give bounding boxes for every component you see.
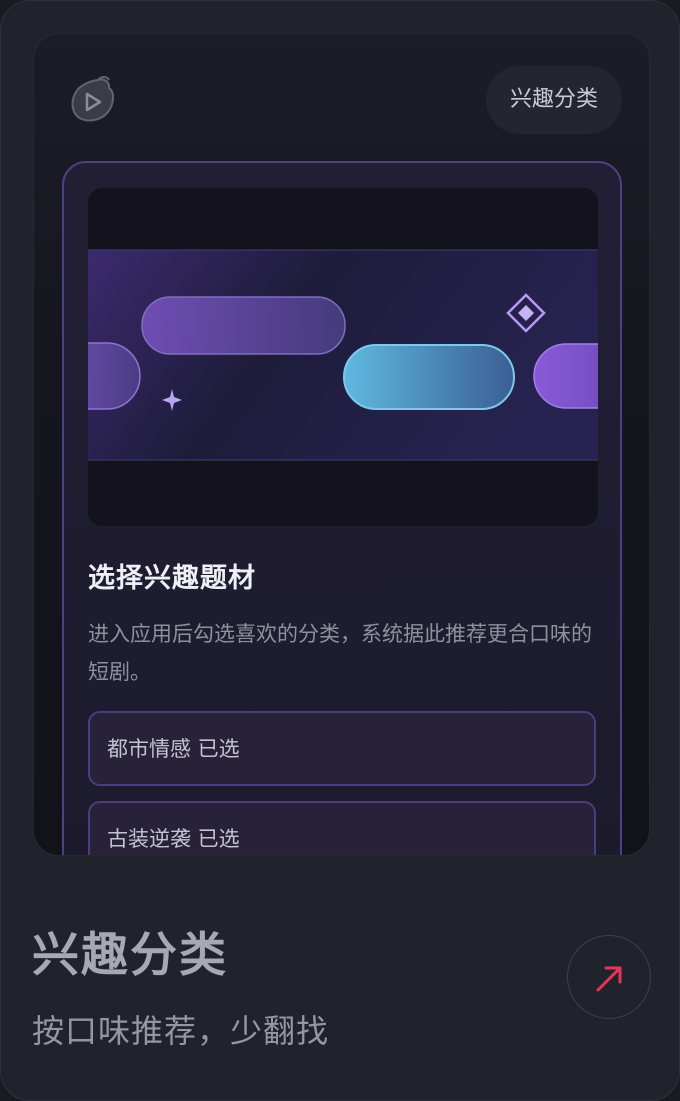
arrow-up-right-icon (596, 966, 622, 992)
panel-description: 进入应用后勾选喜欢的分类，系统据此推荐更合口味的短剧。 (88, 622, 592, 684)
panel-title: 选择兴趣题材 (88, 563, 256, 594)
open-button[interactable] (567, 935, 651, 1019)
option-period-comeback[interactable]: 古装逆袭 已选 (88, 801, 596, 855)
feature-title: 兴趣分类 (32, 928, 228, 983)
banner-illustration (88, 188, 598, 526)
phone-screen-preview: 兴趣分类 选择兴趣题材 进入应用后勾选喜欢的分类，系统据此推荐更合口味的短剧。 … (33, 33, 650, 856)
feature-panel: 选择兴趣题材 进入应用后勾选喜欢的分类，系统据此推荐更合口味的短剧。 都市情感 … (62, 161, 622, 855)
tag-interest-category[interactable]: 兴趣分类 (486, 66, 622, 134)
option-urban-romance[interactable]: 都市情感 已选 (88, 711, 596, 786)
feature-card: 兴趣分类 选择兴趣题材 进入应用后勾选喜欢的分类，系统据此推荐更合口味的短剧。 … (0, 0, 680, 1101)
feature-subtitle: 按口味推荐，少翻找 (32, 1012, 330, 1050)
play-mascot-icon (68, 74, 116, 126)
